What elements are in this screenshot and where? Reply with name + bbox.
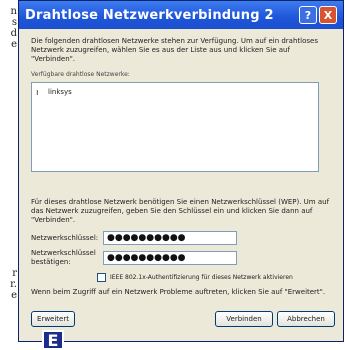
doc-fragment: s — [11, 17, 17, 28]
key-row: Netzwerkschlüssel: ●●●●●●●●●● — [31, 231, 333, 245]
networks-list[interactable]: ı linksys — [31, 82, 319, 172]
antenna-icon: ı — [36, 87, 39, 98]
title-bar[interactable]: Drahtlose Netzwerkverbindung 2 ? X — [19, 1, 343, 29]
cancel-button[interactable]: Abbrechen — [277, 311, 335, 327]
networks-label: Verfügbare drahtlose Netzwerke: — [31, 71, 130, 78]
key-field[interactable]: ●●●●●●●●●● — [103, 231, 237, 245]
doc-fragment: r — [12, 268, 17, 279]
dialog-content: Die folgenden drahtlosen Netzwerke stehe… — [19, 29, 343, 297]
doc-fragment: r. — [10, 279, 17, 290]
help-button[interactable]: ? — [299, 6, 317, 24]
doc-fragment: n — [10, 6, 17, 17]
section-badge: E — [42, 330, 64, 350]
ieee-8021x-label: IEEE 802.1x-Authentifizierung für dieses… — [110, 274, 293, 281]
close-button[interactable]: X — [319, 6, 337, 24]
network-name: linksys — [48, 88, 72, 96]
intro-text: Die folgenden drahtlosen Netzwerke stehe… — [31, 37, 318, 63]
connect-button[interactable]: Verbinden — [215, 311, 273, 327]
doc-fragment: d — [10, 28, 17, 39]
ieee-8021x-checkbox[interactable] — [97, 273, 106, 282]
window-title: Drahtlose Netzwerkverbindung 2 — [25, 7, 274, 23]
key-label: Netzwerkschlüssel: — [31, 233, 99, 242]
doc-fragment: e — [11, 290, 17, 301]
trouble-text: Wenn beim Zugriff auf ein Netzwerk Probl… — [31, 288, 326, 296]
confirm-key-field[interactable]: ●●●●●●●●●● — [103, 251, 237, 265]
confirm-label: Netzwerkschlüssel bestätigen: — [31, 249, 96, 266]
confirm-row: Netzwerkschlüssel bestätigen: ●●●●●●●●●● — [31, 249, 333, 267]
document-text-fragments-bottom: r r. e — [0, 268, 18, 301]
doc-fragment: e — [11, 39, 17, 50]
wireless-connection-dialog: Drahtlose Netzwerkverbindung 2 ? X Die f… — [18, 0, 344, 342]
advanced-button[interactable]: Erweitert — [31, 311, 75, 327]
ieee-8021x-row[interactable]: IEEE 802.1x-Authentifizierung für dieses… — [97, 273, 333, 282]
wep-text: Für dieses drahtlose Netzwerk benötigen … — [31, 198, 330, 224]
document-text-fragments: n s d e — [0, 6, 18, 50]
network-item[interactable]: ı linksys — [36, 88, 314, 97]
button-row: Erweitert Verbinden Abbrechen — [31, 311, 335, 327]
